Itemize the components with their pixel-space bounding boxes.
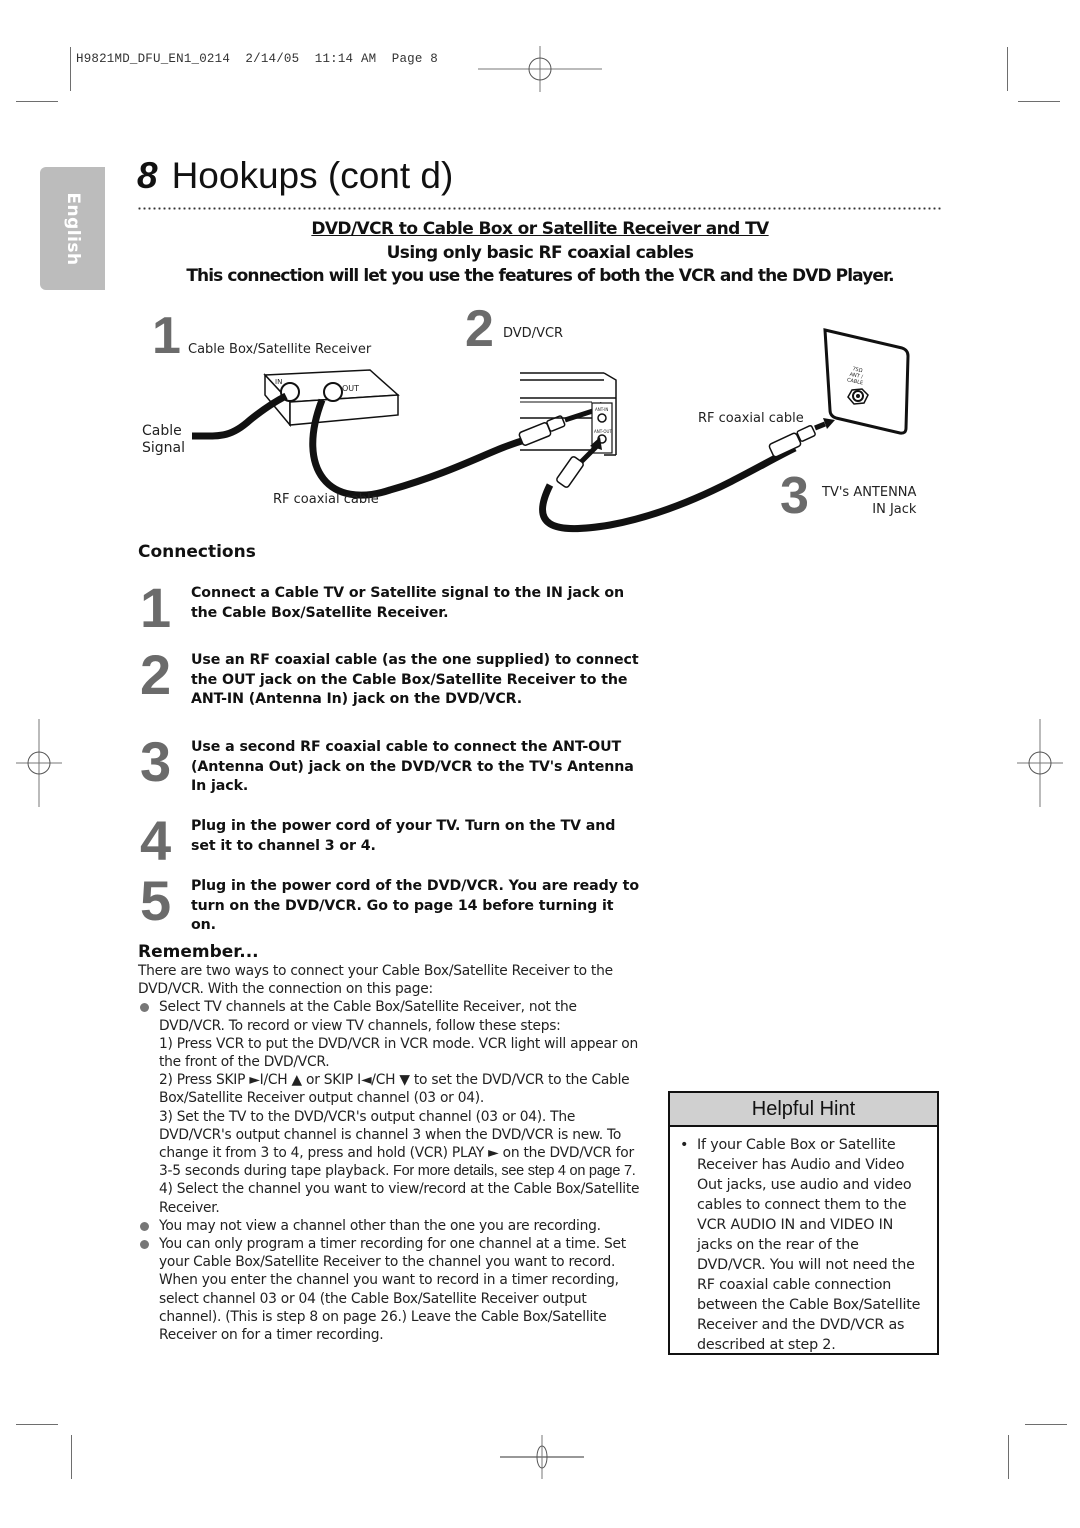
crop-mark (1007, 47, 1008, 91)
registration-mark-bottom (500, 1435, 584, 1479)
rf-coaxial-cable-label-1: RF coaxial cable (273, 492, 379, 507)
rf-plug-1 (518, 415, 566, 446)
step-number: 2 (140, 643, 172, 706)
registration-mark-right (1017, 719, 1063, 807)
diagram-step-3-number: 3 (780, 467, 809, 525)
remember-substep: 4) Select the channel you want to view/r… (159, 1181, 640, 1216)
step-number: 5 (140, 869, 172, 932)
helpful-hint-heading: Helpful Hint (670, 1093, 937, 1127)
step-text: Use an RF coaxial cable (as the one supp… (191, 652, 639, 707)
crop-mark (16, 101, 58, 102)
diagram-step-2-number: 2 (465, 300, 494, 358)
remember-bullet: You can only program a timer recording f… (138, 1235, 643, 1344)
section-subtitle: Using only basic RF coaxial cables (386, 243, 694, 263)
step-text: Connect a Cable TV or Satellite signal t… (191, 585, 625, 621)
crop-mark (16, 1424, 58, 1425)
registration-mark-left (16, 719, 62, 807)
language-tab: English (40, 167, 105, 290)
connection-step: 4 Plug in the power cord of your TV. Tur… (140, 813, 640, 869)
diagram-step-2-label: DVD/VCR (503, 326, 564, 341)
connection-step: 2 Use an RF coaxial cable (as the one su… (140, 647, 640, 731)
hookup-diagram: 1 Cable Box/Satellite Receiver 2 DVD/VCR… (130, 300, 950, 540)
tv-antenna-jack-illustration (823, 328, 910, 435)
vcr-ant-in-label: ANT-IN (595, 407, 609, 412)
crop-mark (1008, 1435, 1009, 1479)
step-text: Plug in the power cord of the DVD/VCR. Y… (191, 878, 640, 933)
crop-mark (1018, 101, 1060, 102)
connection-step: 3 Use a second RF coaxial cable to conne… (140, 734, 640, 798)
cable-signal-label: Cable Signal (142, 423, 186, 456)
step-text: Plug in the power cord of your TV. Turn … (191, 818, 616, 854)
dvd-vcr-illustration (520, 372, 617, 456)
print-slug: H9821MD_DFU_EN1_0214 2/14/05 11:14 AM Pa… (76, 52, 438, 66)
rf-plug-2 (556, 456, 584, 488)
remember-substep: 1) Press VCR to put the DVD/VCR in VCR m… (159, 1035, 638, 1071)
connection-step: 5 Plug in the power cord of the DVD/VCR.… (140, 873, 640, 937)
crop-mark (1025, 1424, 1067, 1425)
step-text: Use a second RF coaxial cable to connect… (191, 739, 634, 794)
remember-bullet: Select TV channels at the Cable Box/Sate… (138, 998, 643, 1034)
diagram-step-1-number: 1 (152, 307, 181, 365)
registration-mark-top (478, 46, 602, 92)
page-title: 8 Hookups (cont d) (137, 155, 453, 197)
diagram-step-3-label: TV's ANTENNA IN Jack (822, 485, 917, 517)
dotted-divider (137, 207, 942, 210)
cable-box-out-label: OUT (342, 384, 360, 393)
crop-mark (70, 47, 71, 91)
connections-heading: Connections (138, 542, 256, 562)
remember-bullet: You may not view a channel other than th… (138, 1217, 643, 1235)
step-number: 3 (140, 730, 172, 793)
connection-step: 1 Connect a Cable TV or Satellite signal… (140, 580, 640, 636)
step-number: 4 (140, 809, 172, 872)
remember-substep: 3) Set the TV to the DVD/VCR's output ch… (159, 1108, 636, 1180)
section-title: DVD/VCR to Cable Box or Satellite Receiv… (311, 219, 769, 239)
vcr-ant-out-label: ANT-OUT (594, 429, 612, 434)
helpful-hint-text: If your Cable Box or Satellite Receiver … (670, 1127, 937, 1355)
diagram-step-1-label: Cable Box/Satellite Receiver (188, 342, 372, 357)
step-number: 1 (140, 576, 172, 639)
cable-box-in-label: IN (275, 378, 283, 386)
language-tab-label: English (62, 191, 83, 266)
remember-section: There are two ways to connect your Cable… (138, 962, 643, 1344)
crop-mark (71, 1435, 72, 1479)
helpful-hint-box: Helpful Hint If your Cable Box or Satell… (668, 1091, 939, 1355)
page-number: 8 (137, 155, 158, 196)
remember-intro: There are two ways to connect your Cable… (138, 963, 613, 998)
remember-heading: Remember... (138, 942, 259, 962)
page-title-text: Hookups (cont d) (171, 155, 454, 196)
section-description: This connection will let you use the fea… (186, 266, 894, 286)
remember-substep: 2) Press SKIP ►I/CH ▲ or SKIP I◄/CH ▼ to… (159, 1072, 630, 1107)
rf-coaxial-cable-label-2: RF coaxial cable (698, 411, 804, 426)
